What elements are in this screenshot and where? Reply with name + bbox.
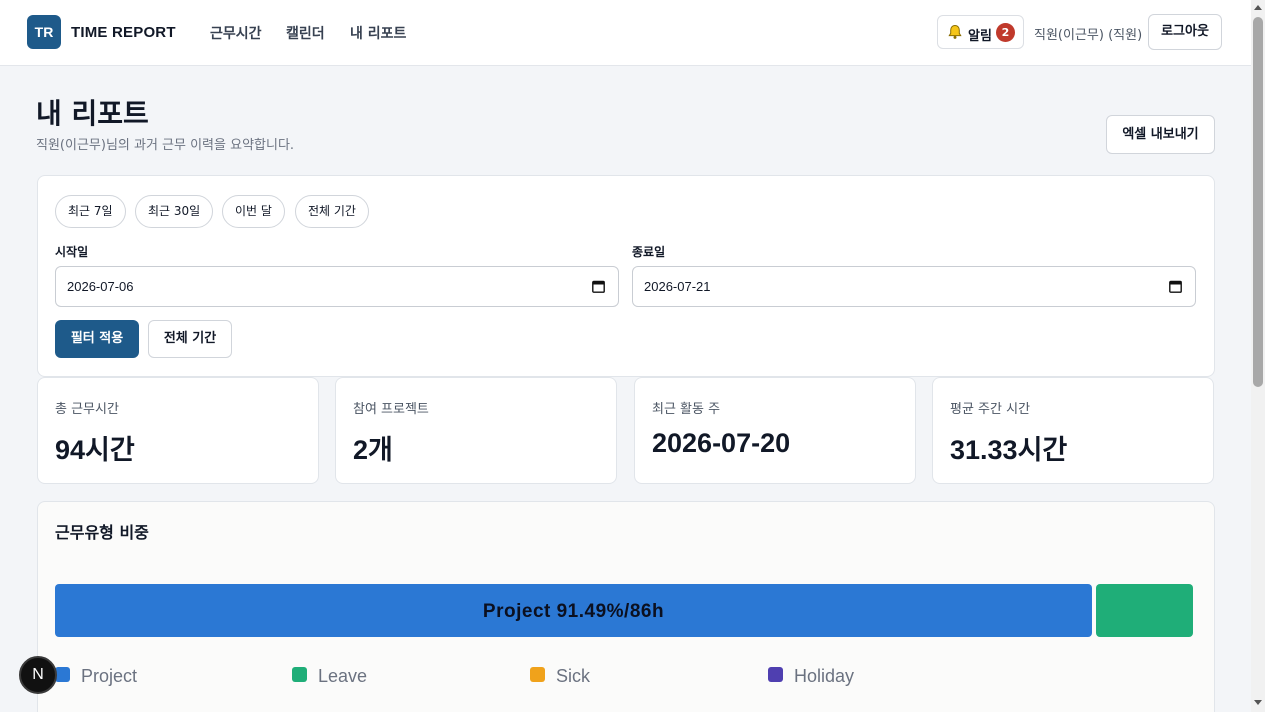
legend-label: Project <box>81 666 138 686</box>
page-scrollbar[interactable] <box>1251 0 1265 712</box>
stat-card-projects: 참여 프로젝트 2개 <box>335 377 617 484</box>
calendar-icon[interactable] <box>592 280 605 293</box>
stat-label: 최근 활동 주 <box>652 402 721 417</box>
floating-n-button[interactable]: N <box>19 656 57 694</box>
stat-card-total-hours: 총 근무시간 94시간 <box>37 377 319 484</box>
work-type-share-card: 근무유형 비중 Project 91.49%/86h Project Leave S… <box>37 501 1215 712</box>
legend-swatch <box>768 667 783 682</box>
notifications-label: 알림 <box>968 29 992 44</box>
work-type-title: 근무유형 비중 <box>55 523 149 542</box>
end-date-label: 종료일 <box>632 245 666 259</box>
chip-this-month[interactable]: 이번 달 <box>222 195 285 228</box>
page-title: 내 리포트 <box>36 97 149 130</box>
end-date-value: 2026-07-21 <box>644 279 711 294</box>
stat-label: 평균 주간 시간 <box>950 402 1031 417</box>
work-type-segment-label: Project 91.49%/86h <box>482 601 665 622</box>
notification-count-badge: 2 <box>996 23 1015 42</box>
legend-swatch <box>292 667 307 682</box>
chip-last-30-days[interactable]: 최근 30일 <box>135 195 214 228</box>
date-filter-card: 최근 7일 최근 30일 이번 달 전체 기간 시작일 2026-07-06 종… <box>37 175 1215 377</box>
brand-name[interactable]: TIME REPORT <box>71 24 176 41</box>
start-date-label: 시작일 <box>55 245 89 259</box>
legend-swatch <box>55 667 70 682</box>
legend-label: Sick <box>556 666 591 686</box>
top-nav-bar: TR TIME REPORT 근무시간 캘린더 내 리포트 알림 2 직원(이근… <box>0 0 1251 66</box>
chip-last-7-days[interactable]: 최근 7일 <box>55 195 126 228</box>
all-period-button[interactable]: 전체 기간 <box>148 320 232 358</box>
bell-icon <box>948 24 962 39</box>
legend-label: Leave <box>318 666 368 686</box>
logout-button[interactable]: 로그아웃 <box>1148 14 1222 50</box>
work-type-segment-leave[interactable] <box>1096 584 1193 637</box>
nav-item-calendar[interactable]: 캘린더 <box>286 23 325 43</box>
stat-card-recent-week: 최근 활동 주 2026-07-20 <box>634 377 916 484</box>
legend-label: Holiday <box>794 666 855 686</box>
logo-badge[interactable]: TR <box>27 15 61 49</box>
apply-filter-button[interactable]: 필터 적용 <box>55 320 139 358</box>
start-date-value: 2026-07-06 <box>67 279 134 294</box>
start-date-input[interactable]: 2026-07-06 <box>55 266 619 307</box>
nav-item-work-hours[interactable]: 근무시간 <box>210 23 262 43</box>
stat-value: 94시간 <box>55 435 135 465</box>
legend-swatch <box>530 667 545 682</box>
notifications-button[interactable]: 알림 2 <box>937 15 1024 49</box>
chip-all-period[interactable]: 전체 기간 <box>295 195 369 228</box>
excel-export-button[interactable]: 엑셀 내보내기 <box>1106 115 1215 154</box>
stat-value: 2개 <box>353 435 393 465</box>
stat-value: 2026-07-20 <box>652 428 791 458</box>
stat-card-weekly-average: 평균 주간 시간 31.33시간 <box>932 377 1214 484</box>
stat-value: 31.33시간 <box>950 435 1068 465</box>
page-subtitle: 직원(이근무)님의 과거 근무 이력을 요약합니다. <box>36 138 295 153</box>
scroll-down-arrow-icon[interactable] <box>1254 700 1262 705</box>
scroll-thumb[interactable] <box>1253 17 1263 387</box>
end-date-input[interactable]: 2026-07-21 <box>632 266 1196 307</box>
stat-label: 참여 프로젝트 <box>353 402 429 417</box>
stat-label: 총 근무시간 <box>55 402 119 417</box>
work-type-segment-project[interactable]: Project 91.49%/86h <box>55 584 1092 637</box>
nav-item-my-report[interactable]: 내 리포트 <box>350 23 406 43</box>
calendar-icon[interactable] <box>1169 280 1182 293</box>
scroll-up-arrow-icon[interactable] <box>1254 5 1262 10</box>
current-user-label: 직원(이근무) (직원) <box>1034 28 1143 43</box>
